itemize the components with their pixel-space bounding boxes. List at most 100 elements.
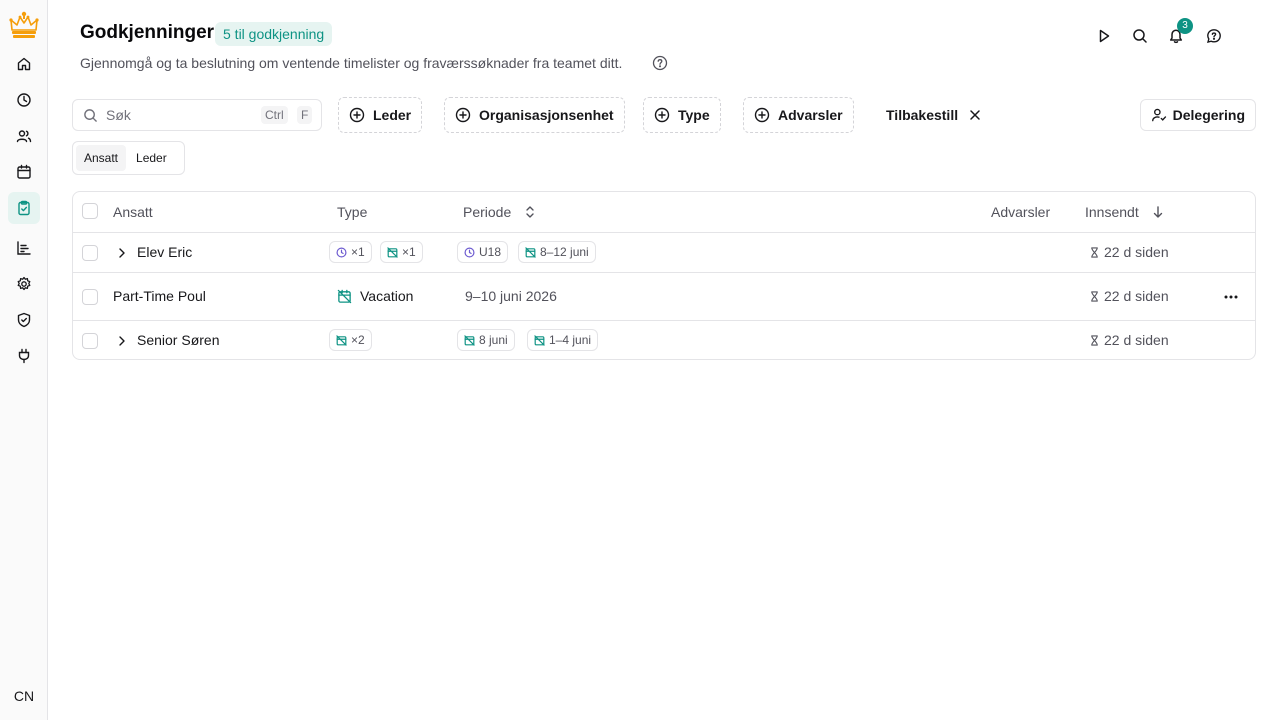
row-more-button[interactable]	[1219, 285, 1243, 309]
delegation-button[interactable]: Delegering	[1140, 99, 1256, 131]
help-circle-icon[interactable]	[652, 55, 668, 71]
hourglass-icon	[1091, 246, 1098, 258]
sidebar-item-time[interactable]	[8, 84, 40, 116]
plus-circle-icon	[455, 107, 471, 123]
search-icon	[1133, 29, 1147, 43]
home-icon	[17, 57, 31, 71]
filter-leader-label: Leder	[373, 107, 412, 123]
filter-type-button[interactable]: Type	[643, 97, 721, 133]
plus-circle-icon	[654, 107, 670, 123]
search-field[interactable]: Ctrl F	[72, 99, 322, 131]
type-vacation: Vacation	[337, 288, 413, 304]
select-all-checkbox[interactable]	[82, 203, 98, 219]
calendar-off-icon	[337, 289, 352, 303]
delegation-label: Delegering	[1172, 107, 1245, 123]
calendar-off-icon	[534, 334, 545, 346]
page-subtitle: Gjennomgå og ta beslutning om ventende t…	[80, 55, 623, 71]
period-text: 9–10 juni 2026	[465, 288, 557, 304]
column-warnings[interactable]: Advarsler	[991, 204, 1050, 220]
employee-name[interactable]: Elev Eric	[137, 244, 192, 260]
shortcut-key-ctrl: Ctrl	[261, 106, 288, 124]
chevron-right-icon[interactable]	[115, 334, 129, 348]
search-input[interactable]	[106, 107, 256, 123]
help-chat-icon	[1207, 29, 1221, 43]
column-period[interactable]: Periode	[463, 204, 537, 220]
gear-icon	[17, 276, 31, 291]
sidebar-item-approvals[interactable]	[8, 192, 40, 224]
sidebar: CN	[0, 0, 48, 720]
row-checkbox[interactable]	[82, 289, 98, 305]
table-row[interactable]: Elev Eric ×1 ×1 U18 8–12 juni 22 d siden	[73, 233, 1255, 273]
period-chip-week: U18	[457, 241, 509, 263]
search-button[interactable]	[1130, 26, 1150, 46]
sidebar-item-integrations[interactable]	[8, 340, 40, 372]
help-button[interactable]	[1204, 26, 1224, 46]
row-checkbox[interactable]	[82, 245, 98, 261]
clock-icon	[336, 247, 347, 257]
filter-org-unit-button[interactable]: Organisasjonsenhet	[444, 97, 625, 133]
period-chip-date: 8 juni	[457, 329, 515, 351]
hourglass-icon	[1091, 334, 1098, 346]
employee-name[interactable]: Part-Time Poul	[113, 288, 206, 304]
sidebar-item-settings[interactable]	[8, 268, 40, 300]
filter-warnings-label: Advarsler	[778, 107, 843, 123]
filter-org-unit-label: Organisasjonsenhet	[479, 107, 614, 123]
crown-logo-icon[interactable]	[8, 10, 40, 40]
sidebar-item-reports[interactable]	[8, 232, 40, 264]
sidebar-item-home[interactable]	[8, 48, 40, 80]
table-row[interactable]: Part-Time Poul Vacation 9–10 juni 2026 2…	[73, 273, 1255, 321]
employee-name[interactable]: Senior Søren	[137, 332, 219, 348]
sidebar-item-team[interactable]	[8, 120, 40, 152]
clipboard-check-icon	[18, 200, 30, 216]
calendar-off-icon	[387, 246, 398, 258]
toggle-leader[interactable]: Leder	[128, 145, 175, 171]
sidebar-item-calendar[interactable]	[8, 156, 40, 188]
plus-circle-icon	[349, 107, 365, 123]
period-chip-dates: 8–12 juni	[518, 241, 596, 263]
column-employee[interactable]: Ansatt	[113, 204, 153, 220]
plus-circle-icon	[754, 107, 770, 123]
table-header: Ansatt Type Periode Advarsler Innsendt	[73, 192, 1255, 233]
more-horizontal-icon	[1224, 295, 1238, 299]
shield-icon	[17, 312, 31, 328]
toggle-employee[interactable]: Ansatt	[76, 145, 127, 171]
search-icon	[84, 108, 97, 122]
row-checkbox[interactable]	[82, 333, 98, 349]
page-title: Godkjenninger	[80, 22, 215, 43]
view-toggle: Ansatt Leder	[72, 141, 185, 175]
sidebar-item-security[interactable]	[8, 304, 40, 336]
reset-filters-button[interactable]: Tilbakestill	[876, 97, 992, 133]
sort-updown-icon[interactable]	[523, 205, 537, 219]
column-submitted[interactable]: Innsendt	[1085, 204, 1165, 220]
close-icon	[970, 110, 980, 120]
clock-icon	[464, 247, 475, 257]
calendar-off-icon	[525, 246, 536, 258]
approvals-table: Ansatt Type Periode Advarsler Innsendt E…	[72, 191, 1256, 360]
table-row[interactable]: Senior Søren ×2 8 juni 1–4 juni 22 d sid…	[73, 321, 1255, 359]
type-chip-absence: ×1	[380, 241, 423, 263]
chart-icon	[17, 241, 31, 255]
avatar[interactable]: CN	[8, 680, 40, 712]
submitted-time: 22 d siden	[1089, 288, 1169, 304]
pending-count-badge: 5 til godkjenning	[215, 22, 333, 46]
chevron-right-icon[interactable]	[115, 246, 129, 260]
type-chip-absence: ×2	[329, 329, 372, 351]
calendar-off-icon	[464, 334, 475, 346]
type-chip-timesheet: ×1	[329, 241, 372, 263]
filter-warnings-button[interactable]: Advarsler	[743, 97, 854, 133]
play-icon	[1099, 29, 1110, 43]
plug-icon	[18, 348, 30, 364]
clock-icon	[17, 93, 31, 107]
sort-down-icon[interactable]	[1151, 205, 1165, 219]
calendar-icon	[17, 164, 31, 179]
play-button[interactable]	[1094, 26, 1114, 46]
period-chip-dates: 1–4 juni	[527, 329, 599, 351]
user-delegate-icon	[1152, 108, 1167, 122]
submitted-time: 22 d siden	[1089, 332, 1169, 348]
hourglass-icon	[1091, 290, 1098, 302]
shortcut-key-f: F	[297, 106, 313, 124]
calendar-off-icon	[336, 334, 347, 346]
reset-label: Tilbakestill	[886, 107, 959, 123]
column-type[interactable]: Type	[337, 204, 367, 220]
filter-leader-button[interactable]: Leder	[338, 97, 423, 133]
